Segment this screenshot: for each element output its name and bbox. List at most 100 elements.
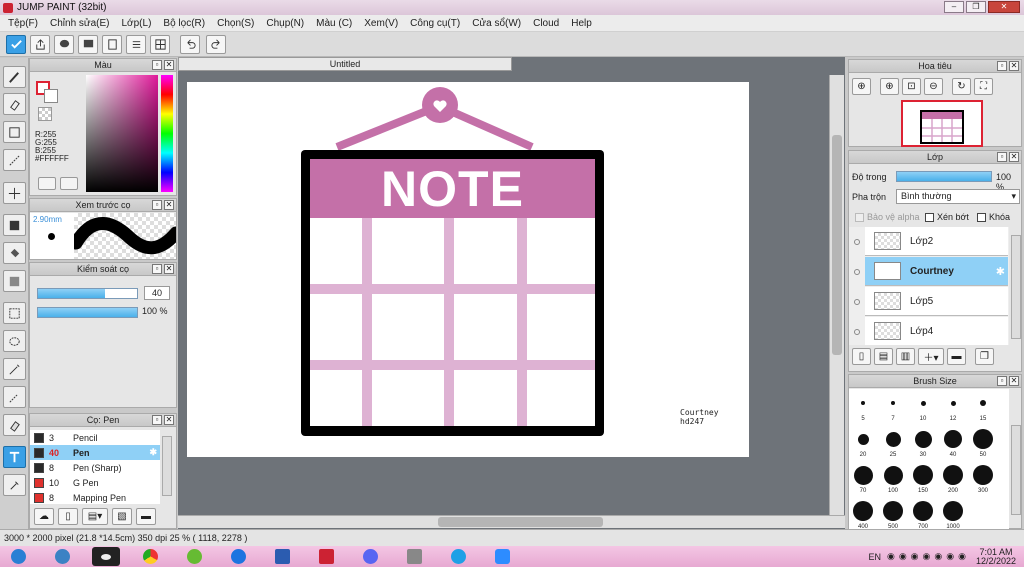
brush-size-scrollbar[interactable] [1011, 425, 1021, 515]
vertical-scroll-thumb[interactable] [832, 135, 842, 355]
layer-item[interactable]: Lớp5 [865, 287, 1008, 316]
layer-item-selected[interactable]: Courtney ✱ [865, 257, 1008, 286]
move-tool-icon[interactable] [3, 182, 26, 204]
brush-size-dot[interactable] [943, 465, 963, 485]
palette-icon[interactable] [38, 177, 56, 190]
brush-size-dot[interactable] [913, 501, 933, 521]
brush-cloud-icon[interactable]: ☁ [34, 508, 54, 525]
discord-icon[interactable] [356, 547, 384, 566]
minimize-button[interactable]: – [944, 1, 964, 13]
brush-settings-icon[interactable]: ▧ [112, 508, 132, 525]
magic-wand-tool-icon[interactable] [3, 358, 26, 380]
line-tool-icon[interactable] [3, 149, 26, 171]
color-sv-picker[interactable] [86, 75, 158, 192]
panel-close-icon[interactable]: ✕ [1009, 376, 1019, 386]
new-layer-icon[interactable]: ▯ [852, 348, 871, 365]
brush-size-dot[interactable] [853, 501, 873, 521]
panel-float-icon[interactable]: ▫ [152, 415, 162, 425]
brush-item[interactable]: 10 G Pen [30, 475, 160, 490]
gear-icon[interactable]: ✱ [996, 265, 1005, 278]
check-icon[interactable] [6, 35, 26, 54]
brush-size-dot[interactable] [943, 501, 963, 521]
brush-tool-icon[interactable] [3, 66, 26, 88]
zalo-icon[interactable] [224, 547, 252, 566]
brush-size-dot[interactable] [920, 400, 926, 406]
protect-alpha-checkbox[interactable] [855, 212, 864, 222]
layer-visibility-icon[interactable] [854, 239, 860, 245]
brush-size-dot[interactable] [883, 501, 903, 521]
eyedropper-tool-icon[interactable] [3, 474, 26, 496]
start-button[interactable] [4, 547, 32, 566]
undo-icon[interactable] [180, 35, 200, 54]
zoom-actual-icon[interactable]: ⊡ [902, 78, 921, 95]
maximize-button[interactable]: ❐ [966, 1, 986, 13]
chrome-icon[interactable] [136, 547, 164, 566]
select-pen-tool-icon[interactable] [3, 386, 26, 408]
menu-view[interactable]: Xem(V) [358, 18, 404, 29]
text-tool-icon[interactable] [3, 446, 26, 468]
brush-size-dot[interactable] [891, 401, 895, 405]
panel-float-icon[interactable]: ▫ [997, 152, 1007, 162]
calculator-icon[interactable] [400, 547, 428, 566]
panel-float-icon[interactable]: ▫ [152, 60, 162, 70]
layer-visibility-icon[interactable] [854, 329, 860, 335]
bucket-tool-icon[interactable] [3, 242, 26, 264]
panel-float-icon[interactable]: ▫ [997, 376, 1007, 386]
language-indicator[interactable]: EN [868, 552, 881, 562]
brush-size-dot[interactable] [913, 465, 933, 485]
brush-size-dot[interactable] [944, 430, 962, 448]
brush-size-dot[interactable] [885, 431, 901, 447]
panel-close-icon[interactable]: ✕ [164, 200, 174, 210]
brush-size-dot[interactable] [883, 465, 903, 485]
jump-paint-taskbar-icon[interactable] [312, 547, 340, 566]
eraser-tool-icon[interactable] [3, 93, 26, 115]
lock-checkbox[interactable] [977, 212, 986, 222]
tray-icons[interactable]: ◉◉◉◉◉◉◉ [887, 551, 970, 562]
menu-color[interactable]: Màu (C) [310, 18, 358, 29]
brush-size-dot[interactable] [857, 433, 869, 445]
clipping-checkbox[interactable] [925, 212, 934, 222]
menu-tools[interactable]: Công cụ(T) [404, 18, 466, 29]
fit-window-icon[interactable]: ⛶ [974, 78, 993, 95]
layer-add-menu-icon[interactable]: ＋▾ [918, 348, 944, 365]
export-icon[interactable] [30, 35, 50, 54]
marquee-tool-icon[interactable] [3, 302, 26, 324]
panel-close-icon[interactable]: ✕ [1009, 152, 1019, 162]
fill-rect-tool-icon[interactable] [3, 214, 26, 236]
brush-size-dot[interactable] [973, 465, 993, 485]
list-icon[interactable] [126, 35, 146, 54]
panel-icon[interactable] [78, 35, 98, 54]
brush-item[interactable]: 8 Pen (Sharp) [30, 460, 160, 475]
brush-folder-icon[interactable]: ▬ [136, 508, 156, 525]
background-color-swatch[interactable] [44, 89, 58, 103]
brush-size-dot[interactable] [853, 465, 873, 485]
layer-item[interactable]: Lớp4 [865, 317, 1008, 345]
clock-date[interactable]: 12/2/2022 [976, 556, 1016, 566]
brush-add-menu-icon[interactable]: ▤▾ [82, 508, 108, 525]
menu-edit[interactable]: Chỉnh sửa(E) [44, 18, 116, 29]
document-tab[interactable]: Untitled [178, 57, 512, 71]
canvas-horizontal-scrollbar[interactable] [178, 515, 845, 528]
rotate-icon[interactable]: ↻ [952, 78, 971, 95]
menu-window[interactable]: Cửa sổ(W) [466, 18, 527, 29]
taskbar-app-icon[interactable] [92, 547, 120, 566]
page-icon[interactable] [102, 35, 122, 54]
grid-icon[interactable] [150, 35, 170, 54]
layer-folder-icon[interactable]: ▬ [947, 348, 966, 365]
drawing-canvas[interactable]: NOTE Courtney hd247 [187, 82, 749, 457]
zoom-in-icon[interactable]: ⊕ [880, 78, 899, 95]
brush-item[interactable]: 8 Mapping Pen [30, 490, 160, 505]
menu-capture[interactable]: Chụp(N) [260, 18, 310, 29]
layer-opacity-slider[interactable] [896, 171, 992, 182]
menu-layer[interactable]: Lớp(L) [116, 18, 158, 29]
brush-size-slider[interactable] [37, 288, 138, 299]
layer-item[interactable]: Lớp2 [865, 227, 1008, 256]
zoom-fit-icon[interactable]: ⊕ [852, 78, 871, 95]
brush-item-selected[interactable]: 40 Pen ✱ [30, 445, 160, 460]
brush-size-dot[interactable] [914, 430, 932, 448]
select-rect-tool-icon[interactable] [3, 121, 26, 143]
panel-float-icon[interactable]: ▫ [152, 200, 162, 210]
panel-float-icon[interactable]: ▫ [152, 264, 162, 274]
menu-cloud[interactable]: Cloud [527, 18, 565, 29]
layer-visibility-icon[interactable] [854, 269, 860, 275]
